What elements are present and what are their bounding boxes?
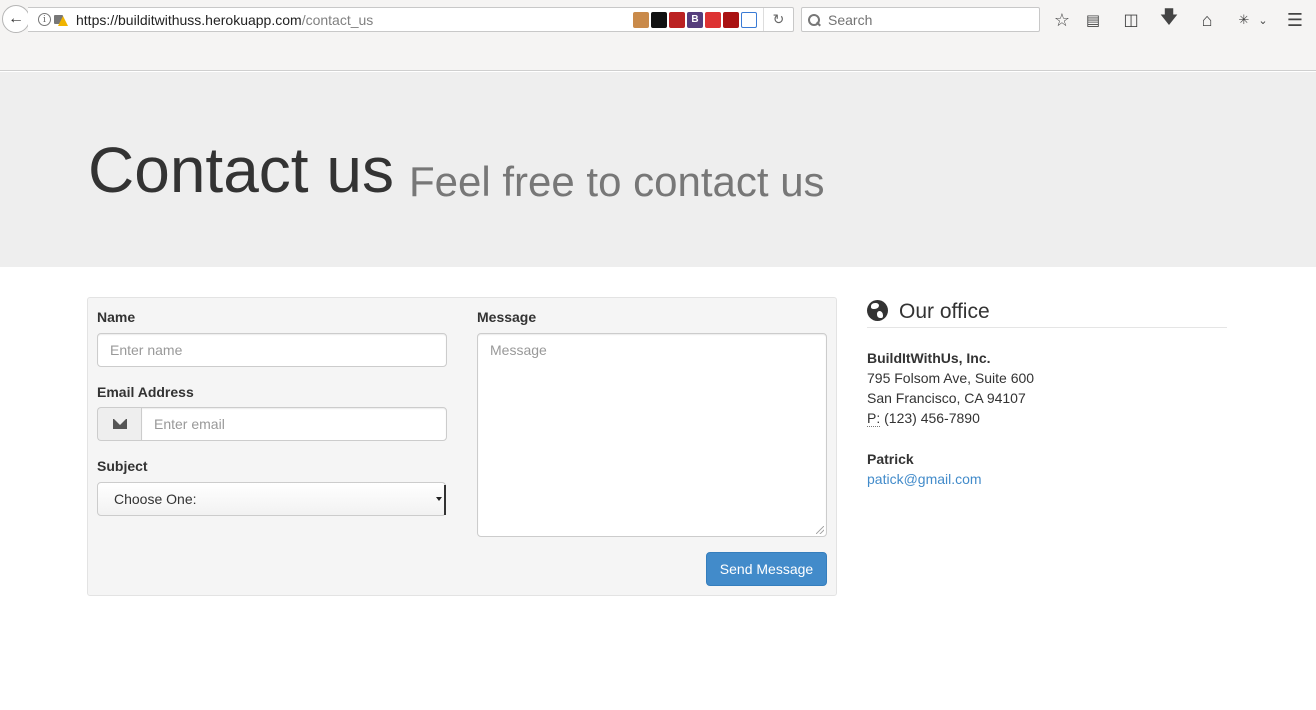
- extension-bootstrap-icon[interactable]: B: [687, 11, 703, 28]
- browser-toolbar: ← i https://builditwithuss.herokuapp.com…: [0, 0, 1316, 40]
- subject-label: Subject: [97, 458, 148, 474]
- message-label: Message: [477, 309, 537, 325]
- page-subtitle: Feel free to contact us: [409, 158, 825, 205]
- search-bar[interactable]: Search: [801, 7, 1040, 32]
- chevron-down-icon: [436, 497, 442, 501]
- email-addon: [97, 407, 142, 441]
- url-host: https://builditwithuss.herokuapp.com: [76, 11, 302, 28]
- extension-jquery-icon[interactable]: [741, 11, 757, 28]
- contact-email-link[interactable]: patick@gmail.com: [867, 469, 982, 489]
- phone-number: (123) 456-7890: [884, 410, 980, 426]
- reading-list-icon[interactable]: ▤: [1081, 8, 1105, 32]
- name-input[interactable]: Enter name: [97, 333, 447, 367]
- subject-selected-value: Choose One:: [114, 491, 197, 507]
- office-title: Our office: [899, 300, 990, 323]
- contact-name: Patrick: [867, 451, 914, 467]
- bookmark-star-icon[interactable]: ☆: [1050, 8, 1074, 32]
- select-edge: [444, 485, 446, 515]
- download-arrow-icon[interactable]: 🡇: [1157, 7, 1181, 32]
- home-icon[interactable]: ⌂: [1195, 8, 1219, 32]
- name-label: Name: [97, 309, 136, 325]
- hamburger-menu-icon[interactable]: ☰: [1283, 8, 1307, 32]
- email-input[interactable]: Enter email: [141, 407, 447, 441]
- extension-ruby-icon[interactable]: [723, 11, 739, 28]
- extension-flag-icon[interactable]: [651, 11, 667, 28]
- office-heading: Our office: [867, 298, 1227, 328]
- envelope-icon: [113, 419, 127, 429]
- globe-icon: [867, 300, 888, 321]
- info-icon[interactable]: i: [38, 13, 51, 26]
- street-address: 795 Folsom Ave, Suite 600: [867, 370, 1035, 386]
- reload-icon[interactable]: ↻: [763, 8, 793, 31]
- url-path: /contact_us: [301, 11, 374, 28]
- subject-select[interactable]: Choose One:: [97, 482, 446, 516]
- back-arrow-icon[interactable]: ←: [2, 5, 30, 33]
- address-bar[interactable]: i https://builditwithuss.herokuapp.com/c…: [28, 7, 794, 32]
- send-message-button[interactable]: Send Message: [706, 552, 827, 586]
- extension-stamp-icon[interactable]: [669, 11, 685, 28]
- bookmarks-toolbar: [0, 40, 1316, 71]
- search-icon: [808, 13, 820, 26]
- resize-grip-icon[interactable]: [816, 526, 824, 534]
- phone-line: P: (123) 456-7890: [867, 408, 980, 428]
- message-textarea[interactable]: Message: [477, 333, 827, 537]
- chevron-down-icon[interactable]: ⌄: [1251, 8, 1275, 32]
- pocket-icon[interactable]: ◫: [1119, 8, 1143, 32]
- extension-face-icon[interactable]: [633, 11, 649, 28]
- company-name: BuildItWithUs, Inc.: [867, 350, 991, 366]
- extension-icons: B: [633, 11, 757, 28]
- insecure-lock-warning-icon[interactable]: [54, 13, 68, 26]
- page-title: Contact us: [88, 134, 394, 206]
- city-address: San Francisco, CA 94107: [867, 390, 1026, 406]
- phone-abbr: P:: [867, 410, 881, 427]
- url-text[interactable]: https://builditwithuss.herokuapp.com/con…: [76, 12, 633, 28]
- email-label: Email Address: [97, 384, 194, 400]
- search-placeholder: Search: [828, 11, 873, 28]
- message-placeholder: Message: [490, 342, 547, 358]
- extension-badge-icon[interactable]: [705, 11, 721, 28]
